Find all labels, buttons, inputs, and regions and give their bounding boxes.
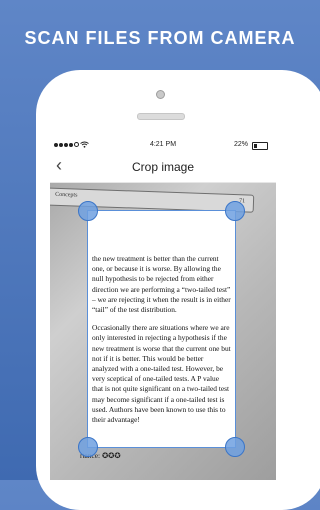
document-paragraph: the new treatment is better than the cur… <box>92 254 231 315</box>
phone-screen: 4:21 PM 22% ‹ Crop image Concepts 71 the… <box>50 138 276 480</box>
crop-handle-top-right[interactable] <box>225 201 245 221</box>
battery-percent: 22% <box>234 141 249 148</box>
document-text: the new treatment is better than the cur… <box>88 254 235 433</box>
nav-bar: ‹ Crop image <box>50 152 276 183</box>
book-tab-label: Concepts <box>55 191 78 199</box>
status-bar: 4:21 PM 22% <box>50 138 276 152</box>
earpiece-speaker <box>137 113 185 120</box>
crop-area[interactable]: the new treatment is better than the cur… <box>87 210 236 448</box>
promo-headline: SCAN FILES FROM CAMERA <box>24 28 296 48</box>
battery-icon <box>252 142 268 150</box>
crop-handle-top-left[interactable] <box>78 201 98 221</box>
page-title: Crop image <box>131 160 195 174</box>
crop-handle-bottom-left[interactable] <box>78 437 98 457</box>
front-camera <box>156 90 165 99</box>
document-paragraph: Occasionally there are situations where … <box>92 323 231 425</box>
crop-handle-bottom-right[interactable] <box>225 437 245 457</box>
camera-photo: Concepts 71 the new treatment is better … <box>50 183 276 480</box>
